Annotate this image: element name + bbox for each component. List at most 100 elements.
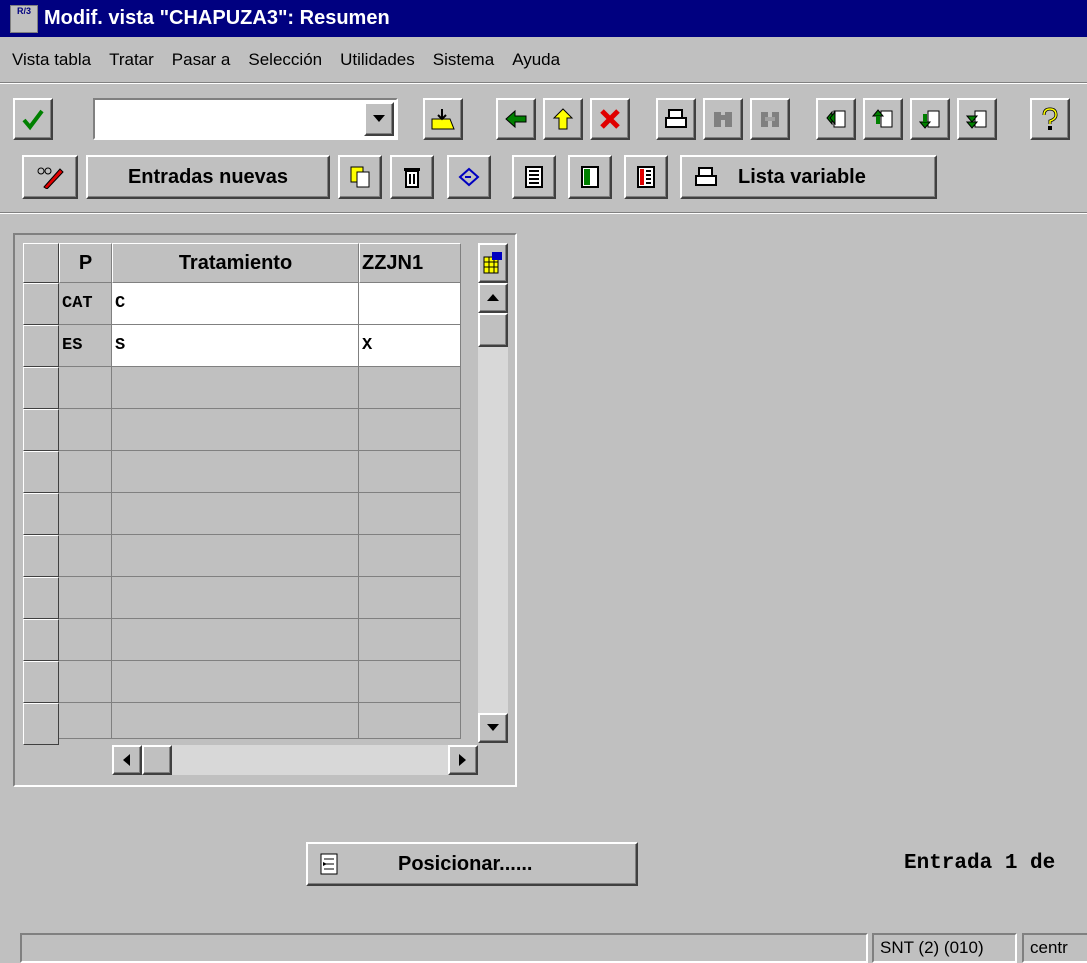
scroll-down-button[interactable] xyxy=(478,713,508,743)
table-cell-tratamiento[interactable]: C xyxy=(112,283,359,325)
column-header-tratamiento[interactable]: Tratamiento xyxy=(112,243,359,283)
chevron-down-icon xyxy=(373,115,385,122)
display-change-button[interactable] xyxy=(22,155,78,199)
table-cell-tratamiento[interactable]: S xyxy=(112,325,359,367)
exit-button[interactable] xyxy=(543,98,583,140)
command-input[interactable] xyxy=(99,104,363,134)
row-selector[interactable] xyxy=(23,619,59,661)
row-selector[interactable] xyxy=(23,661,59,703)
position-button[interactable]: Posicionar...... xyxy=(306,842,638,886)
table-cell-tratamiento xyxy=(112,703,359,739)
menu-pasar-a[interactable]: Pasar a xyxy=(172,50,231,70)
table-cell-zzjn1 xyxy=(359,661,461,703)
back-button[interactable] xyxy=(496,98,536,140)
row-selector[interactable] xyxy=(23,283,59,325)
row-selector[interactable] xyxy=(23,409,59,451)
status-system: SNT (2) (010) xyxy=(872,933,1017,963)
last-page-button[interactable] xyxy=(957,98,997,140)
command-dropdown-button[interactable] xyxy=(364,102,394,136)
position-icon xyxy=(320,853,338,875)
column-header-zzjn1[interactable]: ZZJN1 xyxy=(359,243,461,283)
select-all-button[interactable] xyxy=(512,155,556,199)
row-selector[interactable] xyxy=(23,493,59,535)
find-button[interactable] xyxy=(703,98,743,140)
trash-icon xyxy=(404,168,420,188)
table-cell-tratamiento xyxy=(112,409,359,451)
printer-icon xyxy=(695,167,717,186)
select-all-icon xyxy=(525,166,543,188)
delete-button[interactable] xyxy=(390,155,434,199)
previous-page-icon xyxy=(872,109,893,128)
row-selector[interactable] xyxy=(23,325,59,367)
save-button[interactable] xyxy=(423,98,463,140)
first-page-icon xyxy=(826,110,846,128)
deselect-all-button[interactable] xyxy=(624,155,668,199)
row-selector[interactable] xyxy=(23,451,59,493)
previous-page-button[interactable] xyxy=(863,98,903,140)
close-icon xyxy=(600,109,620,129)
command-field[interactable] xyxy=(93,98,398,140)
menu-seleccion[interactable]: Selección xyxy=(248,50,322,70)
table-cell-zzjn1[interactable] xyxy=(359,283,461,325)
row-selector[interactable] xyxy=(23,535,59,577)
copy-icon xyxy=(350,166,370,188)
scroll-left-button[interactable] xyxy=(112,745,142,775)
variable-list-button[interactable]: Lista variable xyxy=(680,155,937,199)
table-cell-zzjn1 xyxy=(359,409,461,451)
table-settings-button[interactable] xyxy=(478,243,508,283)
window-title-bar: R/3 Modif. vista "CHAPUZA3": Resumen xyxy=(0,0,1087,37)
table-cell-p xyxy=(59,535,112,577)
table-cell-tratamiento xyxy=(112,577,359,619)
toolbar-divider xyxy=(0,82,1087,84)
table-cell-p xyxy=(59,493,112,535)
menu-tratar[interactable]: Tratar xyxy=(109,50,154,70)
find-next-button[interactable] xyxy=(750,98,790,140)
sap-app-icon[interactable]: R/3 xyxy=(10,4,38,33)
menu-vista-tabla[interactable]: Vista tabla xyxy=(12,50,91,70)
next-page-button[interactable] xyxy=(910,98,950,140)
work-area-divider xyxy=(0,212,1087,214)
scroll-right-button[interactable] xyxy=(448,745,478,775)
horizontal-scrollbar[interactable] xyxy=(112,745,478,775)
table-settings-icon xyxy=(483,252,502,274)
copy-as-button[interactable] xyxy=(338,155,382,199)
scroll-up-button[interactable] xyxy=(478,283,508,313)
undo-icon xyxy=(458,167,480,187)
scroll-thumb[interactable] xyxy=(478,313,508,347)
table-cell-tratamiento xyxy=(112,661,359,703)
help-button[interactable] xyxy=(1030,98,1070,140)
menu-utilidades[interactable]: Utilidades xyxy=(340,50,415,70)
menu-ayuda[interactable]: Ayuda xyxy=(512,50,560,70)
undo-change-button[interactable] xyxy=(447,155,491,199)
enter-button[interactable] xyxy=(13,98,53,140)
table-cell-p: CAT xyxy=(59,283,112,325)
chevron-up-icon xyxy=(487,294,499,301)
first-page-button[interactable] xyxy=(816,98,856,140)
next-page-icon xyxy=(919,110,940,129)
table-control: P Tratamiento ZZJN1 CAT C ES S X xyxy=(13,233,517,787)
position-label: Posicionar...... xyxy=(398,852,533,875)
arrow-left-icon xyxy=(505,109,527,129)
binoculars-plus-icon xyxy=(761,112,779,127)
arrow-up-icon xyxy=(552,108,574,130)
table-cell-p xyxy=(59,367,112,409)
select-block-button[interactable] xyxy=(568,155,612,199)
chevron-left-icon xyxy=(123,754,130,766)
select-all-rows-cell[interactable] xyxy=(23,243,59,283)
vertical-scrollbar[interactable] xyxy=(478,283,508,743)
cancel-button[interactable] xyxy=(590,98,630,140)
print-button[interactable] xyxy=(656,98,696,140)
row-selector[interactable] xyxy=(23,367,59,409)
table-cell-zzjn1 xyxy=(359,451,461,493)
table-cell-zzjn1[interactable]: X xyxy=(359,325,461,367)
table-cell-tratamiento xyxy=(112,493,359,535)
table-cell-p: ES xyxy=(59,325,112,367)
menu-sistema[interactable]: Sistema xyxy=(433,50,494,70)
hscroll-thumb[interactable] xyxy=(142,745,172,775)
row-selector[interactable] xyxy=(23,703,59,745)
table-cell-p xyxy=(59,703,112,739)
column-header-p[interactable]: P xyxy=(59,243,112,283)
new-entries-button[interactable]: Entradas nuevas xyxy=(86,155,330,199)
deselect-all-icon xyxy=(637,166,655,188)
row-selector[interactable] xyxy=(23,577,59,619)
